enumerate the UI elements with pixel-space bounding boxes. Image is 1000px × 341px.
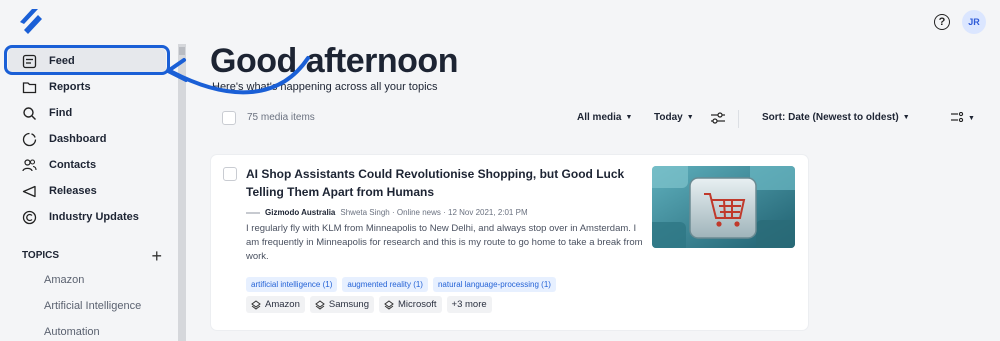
sidebar-scrollbar[interactable]	[178, 44, 186, 341]
contacts-icon	[22, 158, 37, 171]
topic-item-artificial-intelligence[interactable]: Artificial Intelligence	[44, 300, 141, 312]
view-options-dropdown[interactable]: ▼	[950, 111, 975, 124]
megaphone-icon	[22, 185, 36, 197]
select-all-checkbox[interactable]	[222, 111, 236, 125]
layers-icon	[384, 299, 394, 310]
article-card[interactable]: AI Shop Assistants Could Revolutionise S…	[211, 155, 808, 330]
entity-label: Microsoft	[398, 299, 437, 310]
article-thumbnail[interactable]	[652, 166, 795, 248]
industry-icon	[22, 210, 37, 224]
entity-chip[interactable]: Samsung	[309, 296, 374, 313]
page-title: Good afternoon	[210, 42, 458, 80]
article-checkbox[interactable]	[223, 167, 237, 181]
date-filter-label: Today	[654, 112, 683, 123]
page-subtitle: Here's what's happening across all your …	[212, 81, 438, 93]
view-options-icon	[951, 111, 964, 123]
media-filter-label: All media	[577, 112, 622, 123]
sidebar-item-label: Find	[49, 107, 73, 119]
sidebar-item-label: Industry Updates	[49, 211, 139, 223]
sidebar-item-reports[interactable]: Reports	[8, 74, 166, 100]
entity-label: Samsung	[328, 299, 369, 310]
topics-header: TOPICS +	[22, 247, 162, 265]
entity-chips: Amazon Samsung Microsoft +3 more	[246, 296, 492, 313]
brand-logo-icon[interactable]	[16, 6, 44, 36]
sort-dropdown[interactable]: Sort: Date (Newest to oldest) ▼	[762, 112, 910, 123]
entity-chip[interactable]: Amazon	[246, 296, 305, 313]
layers-icon	[315, 299, 325, 310]
header-actions: ? JR	[934, 10, 986, 34]
toolbar-divider	[738, 110, 739, 128]
topic-tag[interactable]: artificial intelligence (1)	[246, 277, 338, 292]
topic-tags: artificial intelligence (1) augmented re…	[246, 277, 556, 292]
sidebar-item-label: Dashboard	[49, 133, 107, 145]
search-icon	[23, 106, 36, 120]
topic-item-amazon[interactable]: Amazon	[44, 274, 84, 286]
scroll-up-arrow[interactable]	[179, 47, 185, 55]
article-snippet: I regularly fly with KLM from Minneapoli…	[246, 223, 643, 262]
article-source[interactable]: Gizmodo Australia	[265, 208, 335, 217]
sidebar: Feed Reports Find Dashboard Contacts Rel…	[0, 44, 186, 341]
add-topic-button[interactable]: +	[151, 247, 162, 265]
more-entities-button[interactable]: +3 more	[446, 296, 492, 313]
chevron-down-icon: ▼	[625, 114, 633, 121]
avatar[interactable]: JR	[962, 10, 986, 34]
sidebar-item-label: Releases	[49, 185, 97, 197]
app-root: ? JR Feed Reports Find Dashboard Contact…	[0, 0, 1000, 341]
date-filter-dropdown[interactable]: Today ▼	[654, 112, 694, 123]
media-filter-dropdown[interactable]: All media ▼	[577, 112, 632, 123]
chevron-down-icon: ▼	[968, 115, 975, 122]
dashboard-icon	[22, 132, 37, 146]
media-count: 75 media items	[247, 112, 315, 123]
sliders-icon[interactable]	[710, 111, 726, 125]
help-icon[interactable]: ?	[934, 14, 950, 30]
topic-tag[interactable]: augmented reality (1)	[342, 277, 428, 292]
sidebar-item-contacts[interactable]: Contacts	[8, 152, 166, 178]
source-logo-icon	[246, 211, 260, 214]
layers-icon	[251, 299, 261, 310]
sidebar-item-dashboard[interactable]: Dashboard	[8, 126, 166, 152]
sidebar-item-find[interactable]: Find	[8, 100, 166, 126]
feed-toolbar: 75 media items All media ▼ Today ▼ Sort: D…	[220, 110, 980, 128]
entity-label: Amazon	[265, 299, 300, 310]
sort-label: Sort: Date (Newest to oldest)	[762, 112, 899, 123]
topic-tag[interactable]: natural language-processing (1)	[432, 277, 556, 292]
folder-icon	[22, 81, 37, 93]
chevron-down-icon: ▼	[902, 114, 910, 121]
sidebar-item-label: Reports	[49, 81, 91, 93]
sidebar-item-releases[interactable]: Releases	[8, 178, 166, 204]
sidebar-item-industry-updates[interactable]: Industry Updates	[8, 204, 166, 230]
article-byline: Shweta Singh · Online news · 12 Nov 2021…	[340, 208, 528, 217]
feed-highlight-annotation	[4, 45, 170, 75]
article-meta: Gizmodo Australia Shweta Singh · Online …	[246, 208, 528, 217]
chevron-down-icon: ▼	[686, 114, 694, 121]
topics-heading: TOPICS	[22, 250, 60, 261]
article-title[interactable]: AI Shop Assistants Could Revolutionise S…	[246, 165, 646, 201]
sidebar-item-label: Contacts	[49, 159, 97, 171]
entity-chip[interactable]: Microsoft	[379, 296, 442, 313]
topic-item-automation[interactable]: Automation	[44, 326, 100, 338]
